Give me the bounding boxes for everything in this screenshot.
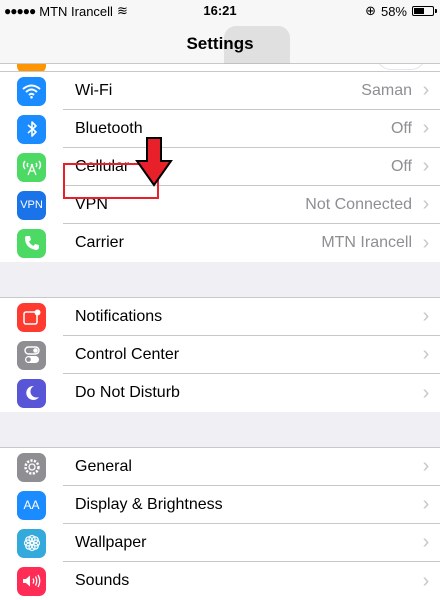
settings-list: Wi-Fi Saman › Bluetooth Off › Cellular O… [0, 64, 440, 600]
page-title: Settings [186, 34, 254, 53]
navigation-bar: Settings [0, 22, 440, 82]
vpn-icon: VPN [17, 190, 46, 220]
row-detail: MTN Irancell [321, 234, 412, 251]
partial-row-airplane-mode [0, 64, 440, 72]
chevron-right-icon: › [422, 79, 430, 101]
notifications-icon [17, 302, 46, 332]
row-label: Display & Brightness [75, 495, 223, 513]
row-label: Sounds [75, 572, 130, 589]
settings-row-general[interactable]: General › [0, 448, 440, 486]
alarm-icon: ⊕ [365, 3, 376, 18]
settings-row-wallpaper[interactable]: Wallpaper › [0, 524, 440, 562]
section-spacer [0, 262, 440, 298]
wallpaper-icon [17, 528, 46, 558]
chevron-right-icon: › [422, 381, 430, 404]
gear-icon [17, 452, 46, 482]
wifi-icon [17, 76, 46, 106]
sounds-icon [17, 566, 46, 596]
settings-group-notifications: Notifications › Control Center › Do Not … [0, 298, 440, 412]
settings-row-display-brightness[interactable]: AA Display & Brightness › [0, 486, 440, 524]
chevron-right-icon: › [422, 155, 430, 177]
chevron-right-icon: › [422, 569, 430, 592]
chevron-right-icon: › [422, 493, 430, 515]
moon-icon [17, 378, 46, 408]
battery-fill [414, 8, 425, 14]
settings-row-carrier[interactable]: Carrier MTN Irancell › [0, 224, 440, 262]
chevron-right-icon: › [422, 455, 430, 477]
display-icon: AA [17, 490, 46, 520]
status-right: ⊕ 58% [365, 3, 437, 19]
settings-row-notifications[interactable]: Notifications › [0, 298, 440, 336]
row-label: Control Center [75, 345, 180, 363]
cellular-icon [17, 152, 46, 182]
battery-icon [412, 6, 437, 16]
settings-row-bluetooth[interactable]: Bluetooth Off › [0, 110, 440, 148]
status-bar: ●●●●● MTN Irancell ≋ 16:21 ⊕ 58% [0, 0, 440, 22]
control-center-icon [17, 340, 46, 370]
airplane-mode-toggle[interactable] [376, 64, 426, 70]
row-detail: Off [390, 157, 412, 175]
row-label: Bluetooth [75, 119, 143, 137]
row-label: Wallpaper [75, 533, 147, 551]
airplane-icon [17, 64, 46, 71]
chevron-right-icon: › [422, 305, 430, 327]
battery-percent: 58% [380, 3, 407, 19]
settings-row-sounds[interactable]: Sounds › [0, 562, 440, 600]
row-label: General [75, 457, 132, 475]
chevron-right-icon: › [422, 531, 430, 553]
row-label: Wi-Fi [75, 81, 113, 99]
settings-group-general: General › AA Display & Brightness › Wall… [0, 448, 440, 600]
settings-row-wifi[interactable]: Wi-Fi Saman › [0, 72, 440, 110]
chevron-right-icon: › [422, 231, 430, 254]
row-detail: Saman [361, 81, 412, 99]
settings-row-do-not-disturb[interactable]: Do Not Disturb › [0, 374, 440, 412]
row-detail: Off [390, 119, 412, 137]
chevron-right-icon: › [422, 117, 430, 139]
row-detail: Not Connected [305, 195, 412, 213]
down-arrow-annotation [135, 137, 173, 187]
chevron-right-icon: › [422, 343, 430, 365]
row-label: Notifications [75, 307, 163, 325]
settings-row-control-center[interactable]: Control Center › [0, 336, 440, 374]
section-spacer [0, 412, 440, 448]
phone-icon [17, 228, 46, 258]
chevron-right-icon: › [422, 193, 430, 215]
row-label: Carrier [75, 234, 124, 251]
row-label: Do Not Disturb [75, 384, 180, 401]
bluetooth-icon [17, 114, 46, 144]
